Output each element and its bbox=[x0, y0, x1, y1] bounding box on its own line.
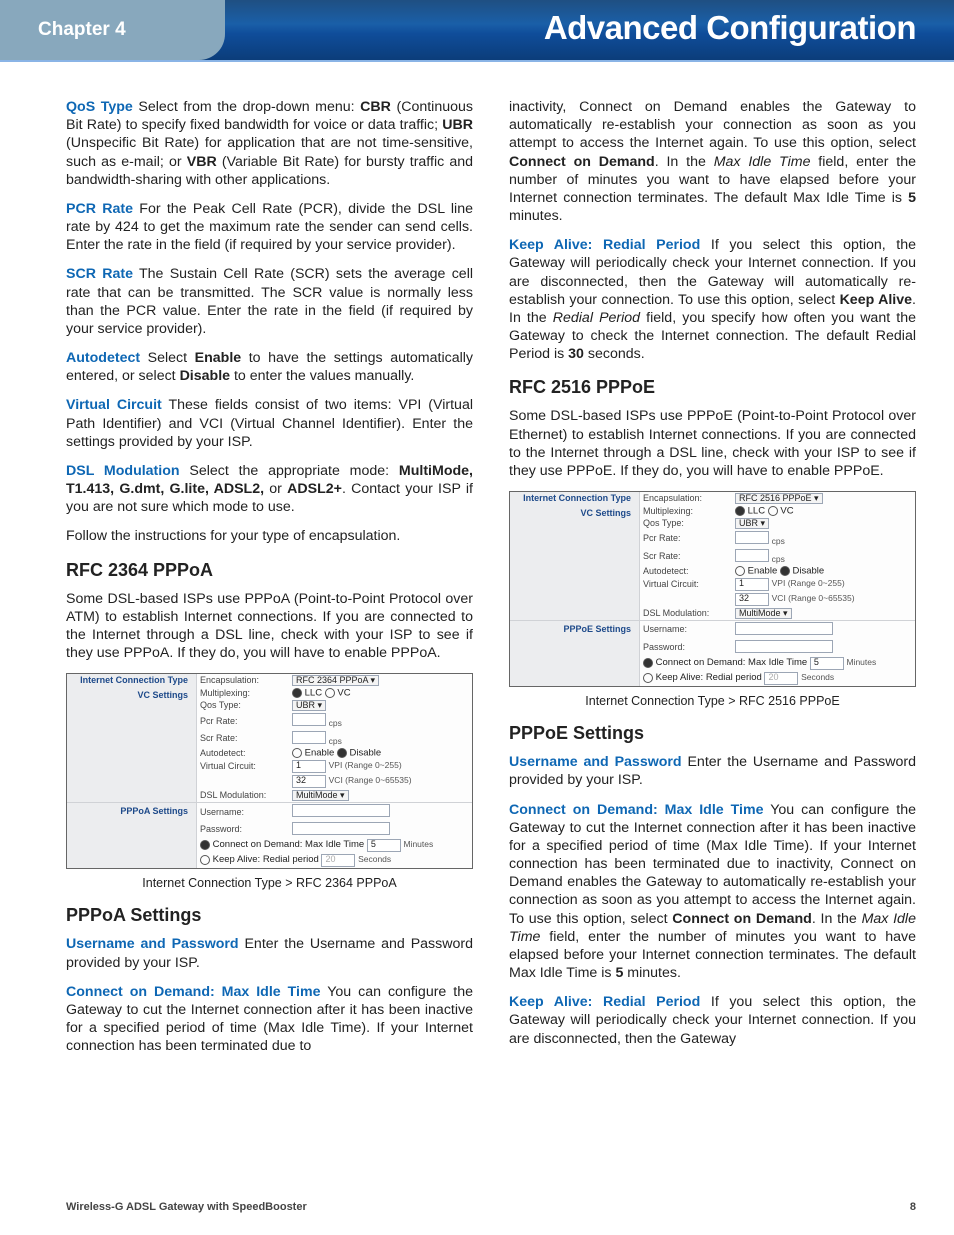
term-virtual-circuit: Virtual Circuit bbox=[66, 397, 162, 413]
heading-pppoa-settings: PPPoA Settings bbox=[66, 904, 473, 927]
heading-rfc2516: RFC 2516 PPPoE bbox=[509, 376, 916, 399]
page-header: Chapter 4 Advanced Configuration bbox=[0, 0, 954, 62]
term-username-password-2: Username and Password bbox=[509, 754, 682, 770]
figure-pppoe: Internet Connection TypeEncapsulation:RF… bbox=[509, 491, 916, 709]
term-connect-on-demand-2: Connect on Demand: Max Idle Time bbox=[509, 802, 764, 818]
term-keep-alive-2: Keep Alive: Redial Period bbox=[509, 994, 700, 1010]
page-title: Advanced Configuration bbox=[544, 9, 916, 47]
heading-rfc2364: RFC 2364 PPPoA bbox=[66, 559, 473, 582]
term-scr: SCR Rate bbox=[66, 266, 133, 282]
term-qos: QoS Type bbox=[66, 99, 133, 115]
figure-pppoa: Internet Connection TypeEncapsulation:RF… bbox=[66, 673, 473, 891]
term-pcr: PCR Rate bbox=[66, 201, 133, 217]
figure-caption-pppoe: Internet Connection Type > RFC 2516 PPPo… bbox=[509, 693, 916, 709]
page-number: 8 bbox=[910, 1201, 916, 1213]
term-username-password: Username and Password bbox=[66, 936, 239, 952]
body-text: QoS Type Select from the drop-down menu:… bbox=[66, 98, 916, 1063]
page-footer: Wireless-G ADSL Gateway with SpeedBooste… bbox=[66, 1201, 916, 1213]
heading-pppoe-settings: PPPoE Settings bbox=[509, 722, 916, 745]
term-autodetect: Autodetect bbox=[66, 350, 140, 366]
footer-product: Wireless-G ADSL Gateway with SpeedBooste… bbox=[66, 1201, 307, 1213]
figure-caption-pppoa: Internet Connection Type > RFC 2364 PPPo… bbox=[66, 875, 473, 891]
term-dsl-modulation: DSL Modulation bbox=[66, 463, 180, 479]
term-keep-alive: Keep Alive: Redial Period bbox=[509, 237, 700, 253]
chapter-ribbon: Chapter 4 bbox=[0, 0, 225, 60]
term-connect-on-demand: Connect on Demand: Max Idle Time bbox=[66, 984, 321, 1000]
